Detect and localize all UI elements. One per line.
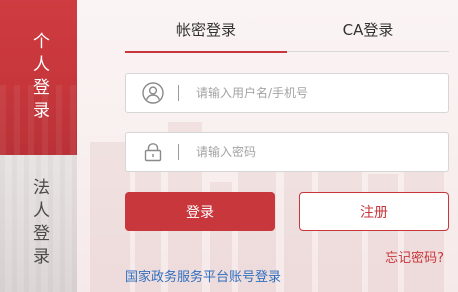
- side-tab-label: 个人登录: [29, 31, 49, 124]
- side-tab-label: 法人登录: [29, 177, 49, 270]
- forgot-password-link[interactable]: 忘记密码?: [385, 247, 444, 266]
- national-gov-service-login-link[interactable]: 国家政务服务平台账号登录: [125, 266, 281, 285]
- user-circle-icon: [142, 82, 164, 104]
- side-tab-legal-person-login[interactable]: 法人登录: [0, 155, 77, 292]
- input-separator: [178, 85, 179, 101]
- tab-label: CA登录: [342, 21, 394, 39]
- username-field: [125, 73, 449, 113]
- tab-password-login[interactable]: 帐密登录: [125, 20, 287, 53]
- login-type-sidebar: 个人登录 法人登录: [0, 0, 77, 292]
- login-method-tabs: 帐密登录 CA登录: [125, 20, 449, 53]
- active-tab-underline: [125, 51, 287, 53]
- password-field: [125, 132, 449, 172]
- tab-ca-login[interactable]: CA登录: [287, 20, 449, 51]
- password-input[interactable]: [196, 145, 448, 159]
- input-separator: [178, 144, 179, 160]
- lock-icon: [142, 141, 164, 163]
- tab-label: 帐密登录: [175, 21, 236, 39]
- login-button[interactable]: 登录: [125, 192, 275, 231]
- side-tab-personal-login[interactable]: 个人登录: [0, 0, 77, 155]
- username-input[interactable]: [196, 86, 448, 100]
- register-button[interactable]: 注册: [299, 192, 449, 231]
